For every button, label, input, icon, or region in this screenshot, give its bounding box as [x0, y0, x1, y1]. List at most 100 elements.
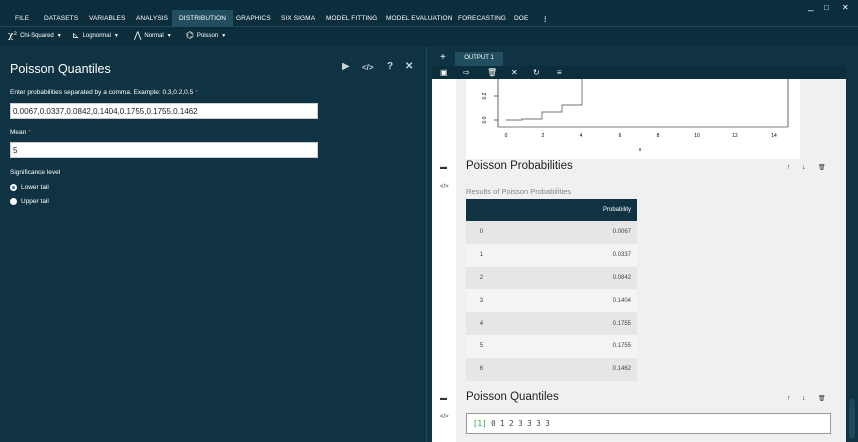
- probabilities-table: Probability 0 0.0067 1 0.0337 2 0.0842 3 0.1…: [466, 199, 637, 381]
- x-axis-label: x: [639, 147, 642, 153]
- scrollbar-thumb[interactable]: [849, 399, 855, 439]
- upper-tail-option[interactable]: Upper tail: [10, 198, 49, 205]
- table-row: 4 0.1755: [466, 312, 637, 335]
- x-tick-label: 14: [771, 133, 777, 139]
- poisson-icon: ⌬: [186, 31, 194, 41]
- delete-icon[interactable]: 🗑: [818, 164, 826, 171]
- caret-down-icon: ▼: [166, 33, 172, 39]
- move-up-icon[interactable]: ↑: [787, 164, 791, 171]
- normal-curve-icon: ⋀: [134, 31, 142, 41]
- y-tick-label: 0.2: [482, 92, 488, 99]
- menu-graphics[interactable]: GRAPHICS: [236, 15, 271, 22]
- menu-file[interactable]: FILE: [15, 15, 29, 22]
- table-header-probability: Probability: [502, 199, 637, 221]
- code-icon[interactable]: </>: [440, 184, 449, 190]
- move-down-icon[interactable]: ↓: [802, 164, 806, 171]
- table-row: 0 0.0067: [466, 221, 637, 244]
- row-probability: 0.1755: [502, 312, 637, 335]
- lognormal-label: Lognormal: [82, 33, 111, 39]
- run-button[interactable]: ▶: [342, 61, 350, 72]
- lognormal-menu[interactable]: ⊾ Lognormal ▼: [72, 31, 119, 41]
- lower-tail-radio[interactable]: [10, 184, 17, 191]
- menu-variables[interactable]: VARIABLES: [89, 15, 126, 22]
- menu-six-sigma[interactable]: SIX SIGMA: [281, 15, 315, 22]
- poisson-menu[interactable]: ⌬ Poisson ▼: [186, 31, 226, 41]
- panel-title: Poisson Quantiles: [10, 62, 111, 76]
- menu-model-fitting[interactable]: MODEL FITTING: [326, 15, 377, 22]
- quantiles-title: Poisson Quantiles: [466, 391, 559, 403]
- help-button[interactable]: ?: [387, 61, 393, 72]
- required-marker: *: [195, 89, 198, 96]
- probabilities-input[interactable]: 0.0067,0.0337,0.0842,0.1404,0.1755,0.175…: [10, 103, 318, 119]
- x-tick-label: 2: [542, 133, 545, 139]
- refresh-icon[interactable]: ↻: [533, 66, 540, 79]
- row-probability: 0.0842: [502, 266, 637, 290]
- mean-label: Mean *: [10, 129, 31, 136]
- close-icon[interactable]: ✕: [511, 66, 518, 79]
- cdf-step-plot-svg: 0.2 0.0 0 2 4 6 8 10 12 14 x: [482, 79, 789, 153]
- normal-label: Normal: [144, 33, 164, 39]
- probabilities-label: Enter probabilities separated by a comma…: [10, 89, 198, 96]
- menu-analysis[interactable]: ANALYSIS: [136, 15, 168, 22]
- upper-tail-radio[interactable]: [10, 198, 17, 205]
- y-tick-label: 0.0: [482, 116, 488, 123]
- chi-squared-label: Chi-Squared: [20, 33, 54, 39]
- table-header-index: [466, 199, 503, 221]
- list-icon[interactable]: ≡: [557, 66, 562, 79]
- distribution-toolbar: χ² Chi-Squared ▼ ⊾ Lognormal ▼ ⋀ Normal ▼ ⌬ Poi…: [0, 27, 858, 46]
- collapse-icon[interactable]: ▬: [440, 164, 447, 171]
- output-prefix: [1]: [473, 419, 487, 428]
- row-index: 2: [466, 266, 503, 290]
- collapse-icon[interactable]: ▬: [440, 395, 447, 402]
- mean-label-text: Mean: [10, 129, 27, 136]
- table-row: 2 0.0842: [466, 266, 637, 290]
- menu-distribution[interactable]: DISTRIBUTION: [172, 10, 234, 27]
- lognormal-icon: ⊾: [72, 31, 80, 41]
- close-window-button[interactable]: ✕: [842, 3, 849, 12]
- row-probability: 0.1404: [502, 289, 637, 313]
- caret-down-icon: ▼: [221, 33, 227, 39]
- more-menu-icon[interactable]: ⋮: [542, 15, 549, 23]
- row-index: 6: [466, 357, 503, 381]
- caret-down-icon: ▼: [113, 33, 119, 39]
- probabilities-title: Poisson Probabilities: [466, 160, 573, 172]
- close-panel-button[interactable]: ✕: [405, 61, 413, 72]
- minimize-button[interactable]: _: [808, 1, 814, 12]
- move-down-icon[interactable]: ↓: [802, 395, 806, 402]
- save-icon[interactable]: ▣: [440, 66, 448, 79]
- code-icon[interactable]: </>: [440, 414, 449, 420]
- probabilities-label-text: Enter probabilities separated by a comma…: [10, 89, 194, 96]
- mean-input[interactable]: 5: [10, 142, 318, 158]
- maximize-button[interactable]: □: [824, 3, 829, 12]
- menu-datasets[interactable]: DATASETS: [44, 15, 78, 22]
- tab-output-1[interactable]: OUTPUT 1: [455, 52, 503, 66]
- menu-doe[interactable]: DOE: [514, 15, 528, 22]
- lower-tail-option[interactable]: Lower tail: [10, 184, 49, 191]
- menu-bar: FILE DATASETS VARIABLES ANALYSIS DISTRIB…: [0, 0, 858, 27]
- row-index: 0: [466, 221, 503, 244]
- row-probability: 0.1462: [502, 357, 637, 381]
- required-marker: *: [28, 129, 31, 136]
- output-scrollbar[interactable]: [846, 79, 858, 442]
- menu-forecasting[interactable]: FORECASTING: [458, 15, 506, 22]
- table-row: 6 0.1462: [466, 357, 637, 381]
- code-button[interactable]: </>: [362, 63, 374, 72]
- delete-icon[interactable]: 🗑: [818, 395, 826, 402]
- normal-menu[interactable]: ⋀ Normal ▼: [134, 31, 172, 41]
- table-row: 3 0.1404: [466, 289, 637, 313]
- row-index: 1: [466, 243, 503, 267]
- add-output-button[interactable]: +: [440, 52, 446, 63]
- x-tick-label: 10: [694, 133, 700, 139]
- row-probability: 0.0337: [502, 243, 637, 267]
- export-icon[interactable]: ⇨: [463, 66, 470, 79]
- row-index: 3: [466, 289, 503, 313]
- trash-icon[interactable]: 🗑: [487, 66, 497, 79]
- move-up-icon[interactable]: ↑: [787, 395, 791, 402]
- probabilities-subtitle: Results of Poisson Probabilities: [466, 187, 572, 196]
- poisson-quantiles-panel: Poisson Quantiles ▶ </> ? ✕ Enter probab…: [0, 47, 427, 442]
- chi-squared-menu[interactable]: χ² Chi-Squared ▼: [8, 31, 62, 41]
- x-tick-label: 8: [657, 133, 660, 139]
- menu-model-evaluation[interactable]: MODEL EVALUATION: [386, 15, 453, 22]
- row-probability: 0.1755: [502, 334, 637, 358]
- row-probability: 0.0067: [502, 221, 637, 244]
